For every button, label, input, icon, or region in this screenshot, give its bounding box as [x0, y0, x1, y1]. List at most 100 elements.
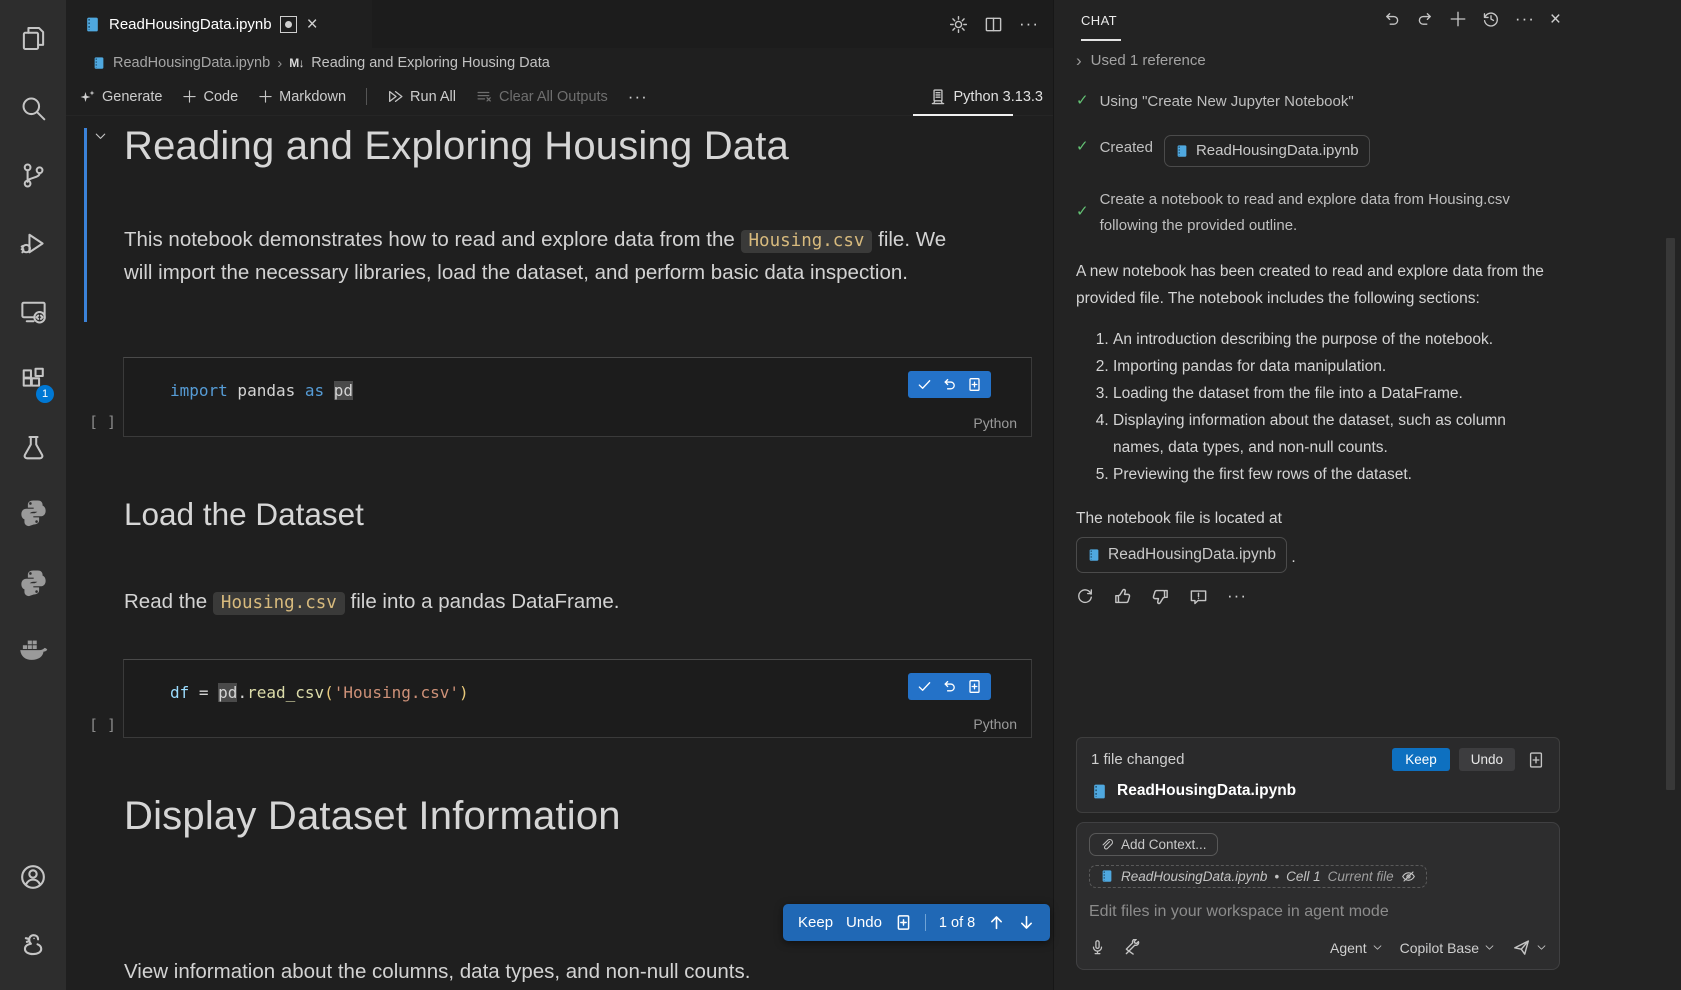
file-reference-pill[interactable]: ReadHousingData.ipynb [1076, 537, 1287, 573]
check-icon: ✓ [1076, 135, 1089, 159]
cell-language-label[interactable]: Python [973, 716, 1017, 732]
discard-undo-icon[interactable] [942, 679, 957, 694]
chat-close-icon[interactable]: × [1550, 10, 1561, 29]
split-editor-icon[interactable] [984, 15, 1003, 34]
discard-undo-icon[interactable] [942, 377, 957, 392]
markdown-paragraph: View information about the columns, data… [124, 956, 974, 987]
source-control-icon[interactable] [0, 149, 66, 201]
search-icon[interactable] [0, 82, 66, 134]
redo-icon[interactable] [1416, 10, 1434, 28]
thumbs-down-icon[interactable] [1151, 587, 1170, 606]
settings-gear-icon[interactable] [949, 15, 968, 34]
accept-check-icon[interactable] [917, 377, 932, 392]
testing-icon[interactable] [0, 421, 66, 473]
generate-button[interactable]: Generate [80, 89, 162, 105]
chat-bottom: 1 file changed Keep Undo ReadHousingData… [1076, 737, 1560, 970]
accept-check-icon[interactable] [917, 679, 932, 694]
notebook-toolbar: Generate Code Markdown Run All Clear All… [66, 78, 1053, 116]
diff-review-widget[interactable] [908, 371, 991, 398]
remote-explorer-icon[interactable] [0, 285, 66, 337]
send-button[interactable] [1512, 938, 1547, 957]
file-reference-pill[interactable]: ReadHousingData.ipynb [1164, 135, 1370, 167]
undo-icon[interactable] [1383, 10, 1401, 28]
code-line[interactable]: import pandas as pd [124, 358, 1031, 400]
toolbar-divider [366, 88, 367, 105]
list-item: An introduction describing the purpose o… [1113, 326, 1560, 353]
chat-step-tool: ✓ Using "Create New Jupyter Notebook" [1076, 89, 1560, 115]
model-picker[interactable]: Copilot Base [1400, 940, 1495, 956]
cell-language-label[interactable]: Python [973, 415, 1017, 431]
chevron-down-icon [1536, 942, 1547, 953]
paperclip-icon [1100, 838, 1114, 852]
previous-change-arrow-up-icon[interactable] [988, 914, 1005, 931]
docker-icon[interactable] [0, 623, 66, 675]
vscode-window: 1 ReadHousingData.ipynb × [0, 0, 1681, 990]
chat-scrollbar[interactable] [1666, 238, 1675, 790]
response-more-icon[interactable]: ··· [1227, 586, 1247, 606]
history-icon[interactable] [1482, 10, 1500, 28]
chevron-right-icon: › [1076, 52, 1082, 69]
keep-button[interactable]: Keep [1392, 748, 1450, 771]
changed-file-row[interactable]: ReadHousingData.ipynb [1091, 782, 1545, 800]
tools-icon[interactable] [1123, 939, 1141, 957]
open-diff-icon[interactable] [967, 377, 982, 392]
open-diff-icon[interactable] [895, 914, 912, 931]
add-markdown-cell-button[interactable]: Markdown [258, 89, 346, 105]
inline-code: Housing.csv [213, 592, 345, 615]
run-debug-icon[interactable] [0, 217, 66, 269]
markdown-heading-icon: M↓ [289, 56, 304, 70]
tab-close-icon[interactable]: × [307, 15, 318, 34]
list-item: Previewing the first few rows of the dat… [1113, 461, 1560, 488]
clear-all-outputs-button[interactable]: Clear All Outputs [476, 88, 608, 105]
cell-collapse-icon[interactable] [93, 129, 108, 144]
run-all-button[interactable]: Run All [387, 88, 456, 105]
chat-tab[interactable]: CHAT [1081, 13, 1117, 28]
code-line[interactable]: df = pd.read_csv('Housing.csv') [124, 660, 1031, 702]
code-cell-1[interactable]: import pandas as pd Python [123, 357, 1032, 437]
chat-more-icon[interactable]: ··· [1515, 9, 1535, 29]
files-icon [20, 25, 47, 52]
view-diff-icon[interactable] [1527, 751, 1545, 769]
activity-bar: 1 [0, 0, 66, 990]
add-context-button[interactable]: Add Context... [1089, 833, 1218, 856]
mode-picker[interactable]: Agent [1330, 940, 1383, 956]
notebook-icon [1175, 144, 1189, 158]
files-changed-label: 1 file changed [1091, 751, 1392, 768]
next-change-arrow-down-icon[interactable] [1018, 914, 1035, 931]
python-icon[interactable] [0, 556, 66, 608]
add-code-cell-button[interactable]: Code [182, 89, 238, 105]
new-chat-plus-icon[interactable] [1449, 10, 1467, 28]
tab-readhousingdata[interactable]: ReadHousingData.ipynb × [66, 0, 372, 48]
used-references-label: Used 1 reference [1091, 52, 1206, 69]
regenerate-icon[interactable] [1076, 587, 1094, 605]
extensions-icon[interactable]: 1 [0, 353, 66, 405]
selected-cell-indicator [84, 128, 87, 322]
chat-composer: Add Context... ReadHousingData.ipynb • C… [1076, 822, 1560, 970]
toolbar-more-icon[interactable]: ··· [628, 87, 648, 107]
kernel-picker[interactable]: Python 3.13.3 [929, 78, 1044, 116]
breadcrumb-file[interactable]: ReadHousingData.ipynb [113, 55, 270, 71]
undo-button[interactable]: Undo [1459, 748, 1515, 771]
context-file-chip[interactable]: ReadHousingData.ipynb • Cell 1 Current f… [1089, 865, 1427, 888]
python-environments-icon[interactable] [0, 919, 66, 971]
account-icon[interactable] [0, 851, 66, 903]
chat-input[interactable]: Edit files in your workspace in agent mo… [1089, 903, 1547, 921]
keep-button[interactable]: Keep [798, 914, 833, 931]
eye-closed-icon[interactable] [1401, 869, 1416, 884]
diff-review-widget[interactable] [908, 673, 991, 700]
modified-indicator-icon[interactable] [280, 16, 297, 33]
code-cell-2[interactable]: df = pd.read_csv('Housing.csv') Python [123, 659, 1032, 738]
undo-button[interactable]: Undo [846, 914, 882, 931]
used-references-toggle[interactable]: › Used 1 reference [1076, 52, 1560, 69]
step-text: Create a notebook to read and explore da… [1100, 187, 1548, 239]
editor-more-icon[interactable]: ··· [1019, 14, 1039, 34]
report-issue-icon[interactable] [1189, 587, 1208, 606]
open-diff-icon[interactable] [967, 679, 982, 694]
explorer-icon[interactable] [0, 12, 66, 64]
breadcrumb-section[interactable]: Reading and Exploring Housing Data [311, 55, 550, 71]
check-icon: ✓ [1076, 89, 1089, 113]
python-icon[interactable] [0, 486, 66, 538]
microphone-icon[interactable] [1089, 939, 1106, 956]
breadcrumb[interactable]: ReadHousingData.ipynb › M↓ Reading and E… [66, 48, 1053, 78]
thumbs-up-icon[interactable] [1113, 587, 1132, 606]
